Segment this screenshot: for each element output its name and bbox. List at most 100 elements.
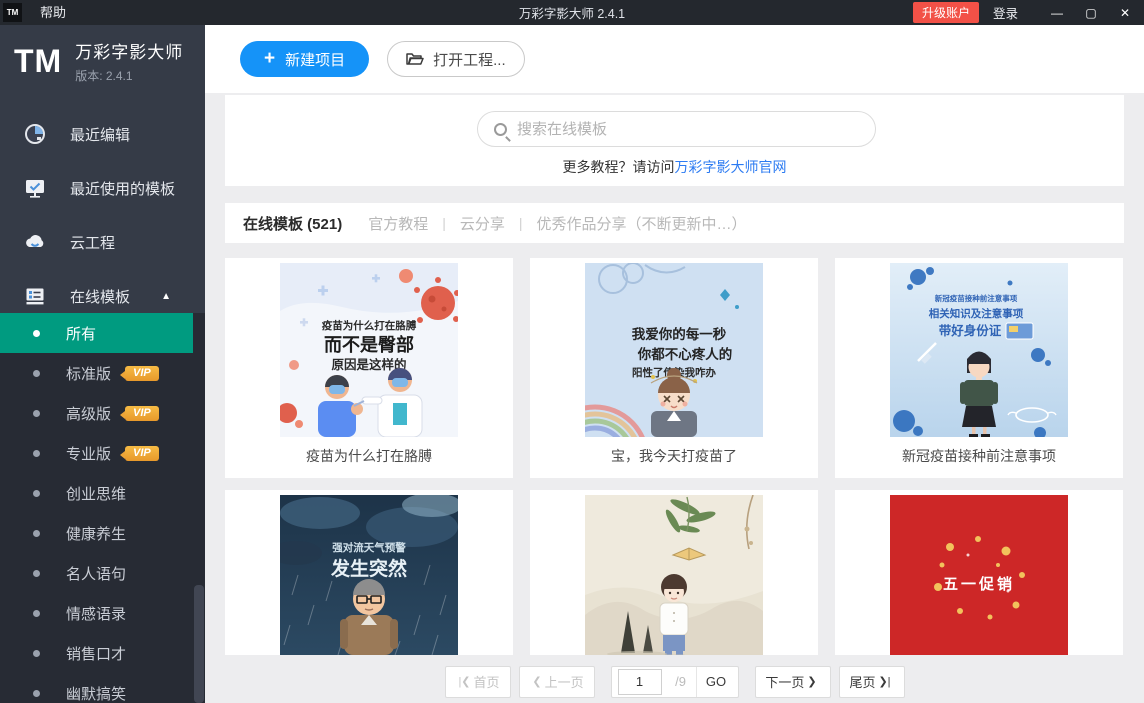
sidebar-item-sales-talk[interactable]: 销售口才: [0, 633, 193, 673]
recent-edit-icon: [24, 123, 46, 145]
sidebar-item-recent-edits[interactable]: 最近编辑: [0, 107, 205, 161]
template-card[interactable]: 五一促销: [835, 490, 1123, 655]
sidebar-item-cloud-projects[interactable]: 云工程: [0, 215, 205, 269]
close-icon[interactable]: ✕: [1108, 0, 1142, 25]
help-menu[interactable]: 帮助: [30, 0, 76, 25]
vip-badge: VIP: [125, 366, 159, 381]
sidebar-item-label: 云工程: [70, 232, 115, 253]
tab-bar: 在线模板 (521) 官方教程 | 云分享 | 优秀作品分享（不断更新中…）: [225, 203, 1124, 243]
bullet-icon: [33, 570, 40, 577]
minimize-icon[interactable]: —: [1040, 0, 1074, 25]
tab-online-templates[interactable]: 在线模板 (521): [243, 213, 342, 234]
app-icon: TM: [3, 3, 22, 22]
search-input[interactable]: [517, 121, 837, 138]
template-card[interactable]: 疫苗为什么打在胳膊 而不是臀部 原因是这样的 疫苗为什么打在胳膊: [225, 258, 513, 478]
titlebar: TM 帮助 万彩字影大师 2.4.1 升级账户 登录 — ▢ ✕: [0, 0, 1144, 25]
sidebar: TM 万彩字影大师 版本: 2.4.1 最近编辑 最近使用的模板: [0, 25, 205, 703]
sidebar-item-label: 最近使用的模板: [70, 178, 175, 199]
page-number-input[interactable]: [618, 669, 662, 695]
tab-featured-works[interactable]: 优秀作品分享（不断更新中…）: [537, 213, 747, 234]
official-site-link[interactable]: 万彩字影大师官网: [675, 159, 787, 175]
svg-text:五一促销: 五一促销: [943, 575, 1015, 593]
sidebar-item-label: 在线模板: [70, 286, 130, 307]
last-page-icon: ❯|: [878, 675, 890, 688]
svg-text:带好身份证: 带好身份证: [939, 323, 1002, 338]
pagination-prev-button[interactable]: ❮ 上一页: [519, 666, 595, 698]
sidebar-item-emotional-quotes[interactable]: 情感语录: [0, 593, 193, 633]
sidebar-nav: 最近编辑 最近使用的模板 云工程: [0, 107, 205, 323]
sidebar-scrollbar[interactable]: [194, 585, 204, 703]
bullet-icon: [33, 370, 40, 377]
tab-official-tutorials[interactable]: 官方教程: [368, 213, 428, 234]
prev-page-icon: ❮: [532, 675, 541, 688]
template-card[interactable]: 强对流天气预警 发生突然: [225, 490, 513, 655]
sidebar-item-humor[interactable]: 幽默搞笑: [0, 673, 193, 703]
sidebar-item-label: 最近编辑: [70, 124, 130, 145]
svg-text:新冠疫苗接种前注意事项: 新冠疫苗接种前注意事项: [935, 293, 1018, 303]
pagination-next-button[interactable]: 下一页 ❯: [755, 666, 831, 698]
folder-open-icon: [406, 51, 424, 67]
pagination-page-group: /9 GO: [611, 666, 739, 698]
template-caption: 新冠疫苗接种前注意事项: [835, 446, 1123, 466]
bullet-icon: [33, 330, 40, 337]
svg-text:相关知识及注意事项: 相关知识及注意事项: [929, 307, 1024, 320]
sidebar-item-famous-quotes[interactable]: 名人语句: [0, 553, 193, 593]
app-window: { "titlebar": { "app_icon": "TM", "help"…: [0, 0, 1144, 703]
next-page-icon: ❯: [807, 675, 816, 688]
sidebar-header: TM 万彩字影大师 版本: 2.4.1: [0, 25, 205, 97]
page-total: /9: [666, 674, 696, 689]
pagination: |❮ 首页 ❮ 上一页 /9 GO 下一页 ❯ 尾页 ❯|: [205, 665, 1144, 698]
upgrade-account-button[interactable]: 升级账户: [913, 2, 979, 23]
pagination-last-button[interactable]: 尾页 ❯|: [839, 666, 905, 698]
sidebar-item-professional[interactable]: 专业版 VIP: [0, 433, 193, 473]
svg-text:强对流天气预警: 强对流天气预警: [332, 541, 406, 554]
new-project-button[interactable]: + 新建项目: [240, 41, 369, 77]
bullet-icon: [33, 650, 40, 657]
template-thumbnail-vaccinated-girl[interactable]: 我爱你的每一秒 你都不心疼人的 阳性了传染我咋办: [585, 263, 763, 437]
search-box[interactable]: [477, 111, 876, 147]
svg-text:你都不心疼人的: 你都不心疼人的: [637, 346, 733, 362]
first-page-icon: |❮: [458, 675, 470, 688]
bullet-icon: [33, 610, 40, 617]
pagination-first-button[interactable]: |❮ 首页: [445, 666, 511, 698]
search-panel: 更多教程？请访问万彩字影大师官网: [225, 95, 1124, 186]
template-caption: 宝，我今天打疫苗了: [530, 446, 818, 466]
login-button[interactable]: 登录: [993, 3, 1018, 22]
template-thumbnail-vaccine-notice[interactable]: 新冠疫苗接种前注意事项 相关知识及注意事项 带好身份证: [890, 263, 1068, 437]
sidebar-item-advanced[interactable]: 高级版 VIP: [0, 393, 193, 433]
sidebar-item-all[interactable]: 所有: [0, 313, 193, 353]
main-content: + 新建项目 打开工程... 更多教程？请访问万彩字影大师官网 在线模板 (52…: [205, 25, 1144, 703]
bullet-icon: [33, 450, 40, 457]
bullet-icon: [33, 490, 40, 497]
maximize-icon[interactable]: ▢: [1074, 0, 1108, 25]
svg-text:疫苗为什么打在胳膊: 疫苗为什么打在胳膊: [322, 319, 417, 332]
sidebar-item-startup-thinking[interactable]: 创业思维: [0, 473, 193, 513]
sidebar-item-recent-templates[interactable]: 最近使用的模板: [0, 161, 205, 215]
svg-text:发生突然: 发生突然: [330, 557, 407, 580]
template-thumbnail-ink-painting-boy[interactable]: [585, 495, 763, 655]
tab-cloud-share[interactable]: 云分享: [460, 213, 505, 234]
template-thumbnail-vaccine-arm[interactable]: 疫苗为什么打在胳膊 而不是臀部 原因是这样的: [280, 263, 458, 437]
sidebar-item-standard[interactable]: 标准版 VIP: [0, 353, 193, 393]
template-caption: 疫苗为什么打在胳膊: [225, 446, 513, 466]
template-list-icon: [24, 285, 46, 307]
search-icon: [494, 123, 507, 136]
app-name: 万彩字影大师: [75, 38, 183, 63]
chevron-up-icon[interactable]: ▲: [161, 291, 171, 302]
app-version: 版本: 2.4.1: [75, 67, 183, 84]
bullet-icon: [33, 410, 40, 417]
vip-badge: VIP: [125, 406, 159, 421]
template-thumbnail-storm-warning[interactable]: 强对流天气预警 发生突然: [280, 495, 458, 655]
svg-text:我爱你的每一秒: 我爱你的每一秒: [632, 326, 727, 342]
template-card[interactable]: 新冠疫苗接种前注意事项 相关知识及注意事项 带好身份证 新冠疫苗接种前注意事项: [835, 258, 1123, 478]
open-project-button[interactable]: 打开工程...: [387, 41, 525, 77]
bullet-icon: [33, 530, 40, 537]
pagination-go-button[interactable]: GO: [696, 667, 736, 697]
app-logo: TM: [14, 43, 62, 80]
template-card[interactable]: 我爱你的每一秒 你都不心疼人的 阳性了传染我咋办 宝，我今天打疫苗了: [530, 258, 818, 478]
sidebar-item-health[interactable]: 健康养生: [0, 513, 193, 553]
plus-icon: +: [264, 48, 275, 70]
template-card[interactable]: [530, 490, 818, 655]
vip-badge: VIP: [125, 446, 159, 461]
template-thumbnail-may-day-sale[interactable]: 五一促销: [890, 495, 1068, 655]
